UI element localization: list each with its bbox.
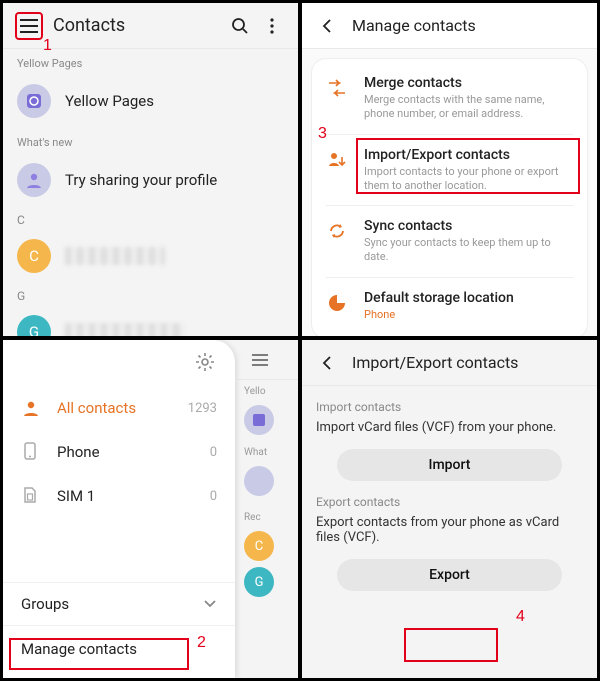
annotation-4: 4	[516, 608, 525, 626]
storage-icon	[326, 292, 348, 314]
drawer-label: All contacts	[57, 399, 136, 417]
bg-avatar	[244, 466, 274, 496]
bg-label: Yello	[238, 380, 298, 399]
contact-name-redacted	[65, 247, 165, 265]
page-title: Import/Export contacts	[352, 353, 518, 372]
search-icon[interactable]	[226, 12, 254, 40]
row-label: Yellow Pages	[65, 92, 154, 110]
panel-import-export: Import/Export contacts Import contacts I…	[301, 339, 598, 679]
header-manage: Manage contacts	[302, 3, 597, 49]
setting-title: Import/Export contacts	[364, 147, 573, 163]
section-letter-g: G	[3, 283, 298, 305]
drawer-phone[interactable]: Phone 0	[3, 430, 235, 474]
setting-title: Default storage location	[364, 290, 573, 306]
bg-label: Rec	[238, 506, 298, 525]
setting-title: Merge contacts	[364, 75, 573, 91]
export-button[interactable]: Export	[337, 559, 561, 591]
settings-card: Merge contacts Merge contacts with the s…	[312, 59, 587, 337]
bg-avatar: C	[244, 531, 274, 561]
groups-label: Groups	[21, 595, 69, 613]
drawer-count: 1293	[188, 401, 217, 416]
setting-title: Sync contacts	[364, 218, 573, 234]
drawer-all-contacts[interactable]: All contacts 1293	[3, 386, 235, 430]
drawer-count: 0	[210, 489, 217, 504]
contact-name-redacted	[65, 323, 185, 337]
phone-icon	[21, 442, 41, 462]
gear-icon[interactable]	[191, 348, 219, 376]
section-letter-c: C	[3, 207, 298, 229]
import-export-icon	[326, 149, 348, 171]
background-list: Yello What Rec C G	[238, 340, 298, 678]
drawer-count: 0	[210, 445, 217, 460]
export-header: Export contacts	[316, 495, 583, 509]
import-header: Import contacts	[316, 400, 583, 414]
row-sync-contacts[interactable]: Sync contacts Sync your contacts to keep…	[312, 206, 587, 277]
setting-desc: Merge contacts with the same name, phone…	[364, 93, 573, 122]
row-yellowpages[interactable]: Yellow Pages	[3, 74, 298, 128]
annotation-1: 1	[43, 37, 52, 55]
annotation-box-4	[404, 628, 498, 662]
sync-icon	[326, 220, 348, 242]
row-import-export[interactable]: Import/Export contacts Import contacts t…	[312, 135, 587, 206]
panel-drawer: Yello What Rec C G All contacts 1293	[2, 339, 299, 679]
import-button[interactable]: Import	[337, 449, 561, 481]
header-import-export: Import/Export contacts	[302, 340, 597, 386]
panel-manage-contacts: Manage contacts Merge contacts Merge con…	[301, 2, 598, 337]
more-icon[interactable]	[258, 12, 286, 40]
row-merge-contacts[interactable]: Merge contacts Merge contacts with the s…	[312, 63, 587, 134]
setting-desc: Sync your contacts to keep them up to da…	[364, 236, 573, 265]
bg-avatar: G	[244, 567, 274, 597]
annotation-2: 2	[197, 634, 206, 652]
drawer-label: SIM 1	[57, 487, 95, 505]
contact-row[interactable]: G	[3, 305, 298, 337]
section-whatsnew: What's new	[3, 128, 298, 153]
import-text: Import vCard files (VCF) from your phone…	[316, 420, 583, 435]
hamburger-icon[interactable]	[15, 12, 43, 40]
export-text: Export contacts from your phone as vCard…	[316, 515, 583, 545]
annotation-3: 3	[318, 125, 327, 143]
contact-row[interactable]: C	[3, 229, 298, 283]
drawer-label: Phone	[57, 443, 100, 461]
back-icon[interactable]	[314, 12, 342, 40]
avatar: G	[17, 315, 51, 337]
row-label: Try sharing your profile	[65, 171, 217, 189]
profile-icon	[17, 163, 51, 197]
drawer-groups[interactable]: Groups	[3, 582, 235, 625]
page-title: Manage contacts	[352, 16, 476, 35]
sim-icon	[21, 486, 41, 506]
avatar: C	[17, 239, 51, 273]
manage-label: Manage contacts	[21, 640, 137, 658]
hamburger-icon	[246, 346, 274, 374]
back-icon[interactable]	[314, 349, 342, 377]
merge-icon	[326, 77, 348, 99]
panel-contacts: Contacts Yellow Pages Yellow Pages What'…	[2, 2, 299, 337]
drawer-sim1[interactable]: SIM 1 0	[3, 474, 235, 518]
bg-avatar	[244, 405, 274, 435]
row-share-profile[interactable]: Try sharing your profile	[3, 153, 298, 207]
bg-label: What	[238, 441, 298, 460]
setting-desc: Import contacts to your phone or export …	[364, 165, 573, 194]
chevron-down-icon	[203, 599, 217, 609]
person-icon	[21, 398, 41, 418]
page-title: Contacts	[53, 15, 125, 36]
setting-desc: Phone	[364, 308, 573, 322]
yellowpages-icon	[17, 84, 51, 118]
drawer: All contacts 1293 Phone 0 SIM 1 0	[3, 340, 235, 678]
row-default-storage[interactable]: Default storage location Phone	[312, 278, 587, 334]
